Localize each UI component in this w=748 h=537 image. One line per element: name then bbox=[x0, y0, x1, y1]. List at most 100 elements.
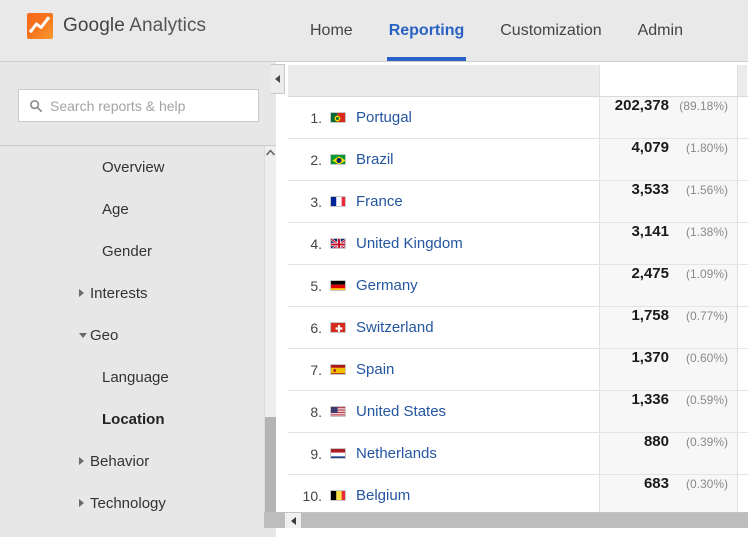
flag-de-icon bbox=[330, 280, 346, 291]
row-country-link[interactable]: Brazil bbox=[356, 151, 394, 168]
row-metric-value: 683 bbox=[643, 475, 669, 492]
chevron-right-icon[interactable] bbox=[79, 457, 84, 465]
search-icon bbox=[30, 99, 43, 112]
table-horizontal-scrollbar[interactable] bbox=[285, 512, 748, 528]
google-analytics-logo-icon bbox=[27, 13, 53, 39]
nav-item-admin[interactable]: Admin bbox=[620, 0, 701, 61]
flag-gb-icon bbox=[330, 238, 346, 249]
caret-up-icon bbox=[266, 149, 275, 156]
row-metric-percent: (89.18%) bbox=[679, 99, 728, 113]
search-box[interactable] bbox=[18, 89, 259, 122]
sidebar-item-location[interactable]: Location bbox=[0, 398, 264, 440]
table-row[interactable]: 8. United States 1,336 (0.59%) bbox=[288, 391, 748, 433]
table-row[interactable]: 3. France 3,533 (1.56%) bbox=[288, 181, 748, 223]
caret-left-icon bbox=[290, 516, 296, 525]
sidebar-item-behavior[interactable]: Behavior bbox=[0, 440, 264, 482]
row-dimension-cell: 3. France bbox=[288, 181, 600, 222]
scroll-up-button[interactable] bbox=[265, 146, 276, 159]
sidebar-item-interests[interactable]: Interests bbox=[0, 272, 264, 314]
scroll-left-button[interactable] bbox=[285, 513, 301, 528]
row-dimension-cell: 8. United States bbox=[288, 391, 600, 432]
table-row[interactable]: 10. Belgium 683 (0.30%) bbox=[288, 475, 748, 517]
row-metric-value: 202,378 bbox=[614, 97, 669, 114]
row-metric-cell: 1,758 (0.77%) bbox=[600, 307, 738, 348]
horizontal-scroll-thumb[interactable] bbox=[301, 513, 706, 528]
sidebar-item-label: Gender bbox=[102, 242, 153, 260]
chevron-right-icon[interactable] bbox=[79, 499, 84, 507]
left-sidebar: Overview Age Gender Interests Geo Langua… bbox=[0, 62, 276, 537]
sidebar-item-technology[interactable]: Technology bbox=[0, 482, 264, 524]
flag-br-icon bbox=[330, 154, 346, 165]
row-dimension-cell: 6. Switzerland bbox=[288, 307, 600, 348]
row-metric-cell: 4,079 (1.80%) bbox=[600, 139, 738, 180]
nav-item-reporting[interactable]: Reporting bbox=[371, 0, 483, 61]
search-input[interactable] bbox=[50, 97, 245, 114]
table-row[interactable]: 9. Netherlands 880 (0.39%) bbox=[288, 433, 748, 475]
row-dimension-cell: 4. United Kingdom bbox=[288, 223, 600, 264]
table-row[interactable]: 7. Spain 1,370 (0.60%) bbox=[288, 349, 748, 391]
row-dimension-cell: 1. Portugal bbox=[288, 97, 600, 138]
brand-title: Google Analytics bbox=[63, 15, 206, 37]
flag-pt-icon bbox=[330, 112, 346, 123]
sidebar-item-overview[interactable]: Overview bbox=[0, 146, 264, 188]
row-extra-cell bbox=[738, 349, 747, 390]
row-metric-value: 1,336 bbox=[631, 391, 669, 408]
sidebar-collapse-button[interactable] bbox=[271, 64, 285, 94]
row-metric-cell: 880 (0.39%) bbox=[600, 433, 738, 474]
row-dimension-cell: 2. Brazil bbox=[288, 139, 600, 180]
row-country-link[interactable]: Netherlands bbox=[356, 445, 437, 462]
row-country-link[interactable]: Switzerland bbox=[356, 319, 434, 336]
row-country-link[interactable]: Belgium bbox=[356, 487, 410, 504]
row-metric-cell: 3,533 (1.56%) bbox=[600, 181, 738, 222]
row-metric-value: 1,370 bbox=[631, 349, 669, 366]
row-metric-cell: 202,378 (89.18%) bbox=[600, 97, 738, 138]
row-metric-percent: (1.09%) bbox=[685, 267, 728, 281]
row-metric-value: 880 bbox=[643, 433, 669, 450]
row-country-link[interactable]: France bbox=[356, 193, 403, 210]
row-extra-cell bbox=[738, 223, 747, 264]
brand[interactable]: Google Analytics bbox=[27, 13, 206, 39]
row-metric-value: 1,758 bbox=[631, 307, 669, 324]
row-metric-value: 4,079 bbox=[631, 139, 669, 156]
row-country-link[interactable]: United States bbox=[356, 403, 446, 420]
header-cell-metric[interactable] bbox=[600, 65, 738, 96]
sidebar-item-language[interactable]: Language bbox=[0, 356, 264, 398]
row-country-link[interactable]: Portugal bbox=[356, 109, 412, 126]
row-rank: 8. bbox=[310, 403, 322, 420]
chevron-down-icon[interactable] bbox=[79, 332, 87, 338]
table-row[interactable]: 6. Switzerland 1,758 (0.77%) bbox=[288, 307, 748, 349]
row-rank: 6. bbox=[310, 319, 322, 336]
row-metric-value: 2,475 bbox=[631, 265, 669, 282]
row-country-link[interactable]: Germany bbox=[356, 277, 418, 294]
row-metric-percent: (0.59%) bbox=[685, 393, 728, 407]
header-cell-dimension[interactable] bbox=[288, 65, 600, 96]
table-row[interactable]: 5. Germany 2,475 (1.09%) bbox=[288, 265, 748, 307]
flag-us-icon bbox=[330, 406, 346, 417]
table-row[interactable]: 2. Brazil 4,079 (1.80%) bbox=[288, 139, 748, 181]
row-rank: 4. bbox=[310, 235, 322, 252]
chevron-right-icon[interactable] bbox=[79, 289, 84, 297]
row-country-link[interactable]: United Kingdom bbox=[356, 235, 463, 252]
brand-title-primary: Google bbox=[63, 15, 125, 36]
sidebar-vertical-scrollbar[interactable] bbox=[264, 146, 276, 537]
flag-nl-icon bbox=[330, 448, 346, 459]
table-row[interactable]: 4. United Kingdom 3,141 (1.38%) bbox=[288, 223, 748, 265]
row-rank: 1. bbox=[310, 109, 322, 126]
sidebar-item-age[interactable]: Age bbox=[0, 188, 264, 230]
nav-item-customization[interactable]: Customization bbox=[482, 0, 619, 61]
row-metric-cell: 1,370 (0.60%) bbox=[600, 349, 738, 390]
sidebar-item-gender[interactable]: Gender bbox=[0, 230, 264, 272]
row-extra-cell bbox=[738, 139, 747, 180]
row-rank: 2. bbox=[310, 151, 322, 168]
sidebar-item-label: Language bbox=[102, 368, 169, 386]
sidebar-item-geo[interactable]: Geo bbox=[0, 314, 264, 356]
sidebar-item-label: Geo bbox=[90, 326, 119, 344]
row-country-link[interactable]: Spain bbox=[356, 361, 394, 378]
report-nav-list: Overview Age Gender Interests Geo Langua… bbox=[0, 146, 264, 537]
top-bar: Google Analytics Home Reporting Customiz… bbox=[0, 0, 748, 62]
flag-ch-icon bbox=[330, 322, 346, 333]
sidebar-item-label: Location bbox=[102, 410, 165, 428]
row-rank: 10. bbox=[302, 487, 322, 504]
table-row[interactable]: 1. Portugal 202,378 (89.18%) bbox=[288, 97, 748, 139]
nav-item-home[interactable]: Home bbox=[292, 0, 371, 61]
